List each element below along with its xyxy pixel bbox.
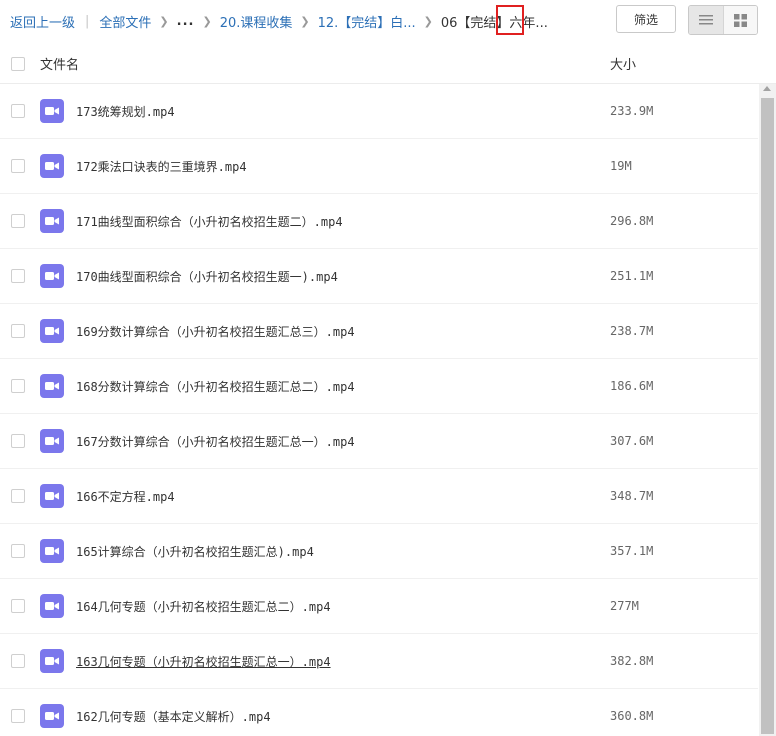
chevron-right-icon: ❯ bbox=[159, 14, 169, 28]
file-name-link[interactable]: 172乘法口诀表的三重境界.mp4 bbox=[76, 158, 247, 175]
table-row[interactable]: 170曲线型面积综合（小升初名校招生题一).mp4 251.1M bbox=[0, 249, 758, 304]
video-file-icon bbox=[40, 704, 64, 728]
file-size: 296.8M bbox=[610, 214, 654, 228]
file-size: 360.8M bbox=[610, 709, 654, 723]
file-size: 382.8M bbox=[610, 654, 654, 668]
file-size: 348.7M bbox=[610, 489, 654, 503]
file-name-link[interactable]: 166不定方程.mp4 bbox=[76, 488, 175, 505]
file-name-link[interactable]: 167分数计算综合（小升初名校招生题汇总一）.mp4 bbox=[76, 433, 355, 450]
file-size: 19M bbox=[610, 159, 632, 173]
file-browser: 返回上一级 | 全部文件 ❯ ... ❯ 20.课程收集 ❯ 12.【完结】白.… bbox=[0, 0, 776, 736]
chevron-right-icon: ❯ bbox=[423, 14, 433, 28]
grid-icon bbox=[733, 13, 747, 27]
file-list: 173统筹规划.mp4 233.9M 172乘法口诀表的三重境界.mp4 19M 171… bbox=[0, 84, 758, 736]
file-name-link[interactable]: 164几何专题（小升初名校招生题汇总二）.mp4 bbox=[76, 598, 331, 615]
filter-button[interactable]: 筛选 bbox=[616, 5, 676, 33]
back-link[interactable]: 返回上一级 bbox=[10, 12, 75, 31]
column-header-name[interactable]: 文件名 bbox=[40, 54, 79, 73]
row-checkbox[interactable] bbox=[11, 599, 25, 613]
video-file-icon bbox=[40, 264, 64, 288]
video-file-icon bbox=[40, 374, 64, 398]
video-file-icon bbox=[40, 484, 64, 508]
file-size: 238.7M bbox=[610, 324, 654, 338]
scroll-up-arrow-icon[interactable] bbox=[763, 86, 771, 91]
row-checkbox[interactable] bbox=[11, 104, 25, 118]
view-toggle bbox=[688, 5, 758, 35]
table-row[interactable]: 167分数计算综合（小升初名校招生题汇总一）.mp4 307.6M bbox=[0, 414, 758, 469]
table-row[interactable]: 163几何专题（小升初名校招生题汇总一）.mp4 382.8M bbox=[0, 634, 758, 689]
file-name-link[interactable]: 169分数计算综合（小升初名校招生题汇总三）.mp4 bbox=[76, 323, 355, 340]
file-name-link[interactable]: 171曲线型面积综合（小升初名校招生题二）.mp4 bbox=[76, 213, 343, 230]
scrollbar-thumb[interactable] bbox=[761, 98, 774, 734]
row-checkbox[interactable] bbox=[11, 159, 25, 173]
table-row[interactable]: 162几何专题（基本定义解析）.mp4 360.8M bbox=[0, 689, 758, 736]
column-header-size[interactable]: 大小 bbox=[610, 54, 636, 73]
top-bar: 返回上一级 | 全部文件 ❯ ... ❯ 20.课程收集 ❯ 12.【完结】白.… bbox=[0, 0, 776, 42]
table-row[interactable]: 169分数计算综合（小升初名校招生题汇总三）.mp4 238.7M bbox=[0, 304, 758, 359]
row-checkbox[interactable] bbox=[11, 544, 25, 558]
file-size: 251.1M bbox=[610, 269, 654, 283]
file-name-link[interactable]: 162几何专题（基本定义解析）.mp4 bbox=[76, 708, 271, 725]
file-size: 357.1M bbox=[610, 544, 654, 558]
row-checkbox[interactable] bbox=[11, 434, 25, 448]
select-all-checkbox[interactable] bbox=[11, 57, 25, 71]
all-files-link[interactable]: 全部文件 bbox=[99, 12, 151, 31]
row-checkbox[interactable] bbox=[11, 214, 25, 228]
breadcrumb: 返回上一级 | 全部文件 ❯ ... ❯ 20.课程收集 ❯ 12.【完结】白.… bbox=[10, 0, 548, 42]
file-size: 307.6M bbox=[610, 434, 654, 448]
grid-view-button[interactable] bbox=[722, 6, 757, 34]
video-file-icon bbox=[40, 649, 64, 673]
file-name-link[interactable]: 173统筹规划.mp4 bbox=[76, 103, 175, 120]
video-file-icon bbox=[40, 594, 64, 618]
table-row[interactable]: 168分数计算综合（小升初名校招生题汇总二）.mp4 186.6M bbox=[0, 359, 758, 414]
file-name-link[interactable]: 165计算综合（小升初名校招生题汇总).mp4 bbox=[76, 543, 314, 560]
row-checkbox[interactable] bbox=[11, 654, 25, 668]
video-file-icon bbox=[40, 99, 64, 123]
file-size: 277M bbox=[610, 599, 639, 613]
breadcrumb-current: 06【完结】六年... bbox=[440, 15, 548, 31]
breadcrumb-item-folder-12[interactable]: 12.【完结】白... bbox=[318, 12, 416, 31]
list-view-button[interactable] bbox=[689, 6, 723, 34]
file-name-link[interactable]: 168分数计算综合（小升初名校招生题汇总二）.mp4 bbox=[76, 378, 355, 395]
table-row[interactable]: 173统筹规划.mp4 233.9M bbox=[0, 84, 758, 139]
file-name-link[interactable]: 170曲线型面积综合（小升初名校招生题一).mp4 bbox=[76, 268, 338, 285]
file-size: 233.9M bbox=[610, 104, 654, 118]
video-file-icon bbox=[40, 429, 64, 453]
breadcrumb-item-course-collection[interactable]: 20.课程收集 bbox=[220, 12, 293, 31]
file-name-link[interactable]: 163几何专题（小升初名校招生题汇总一）.mp4 bbox=[76, 653, 331, 670]
video-file-icon bbox=[40, 154, 64, 178]
row-checkbox[interactable] bbox=[11, 324, 25, 338]
breadcrumb-ellipsis[interactable]: ... bbox=[177, 14, 195, 29]
breadcrumb-separator: | bbox=[85, 13, 90, 29]
video-file-icon bbox=[40, 209, 64, 233]
table-header: 文件名 大小 bbox=[0, 42, 776, 84]
table-row[interactable]: 164几何专题（小升初名校招生题汇总二）.mp4 277M bbox=[0, 579, 758, 634]
row-checkbox[interactable] bbox=[11, 379, 25, 393]
row-checkbox[interactable] bbox=[11, 269, 25, 283]
chevron-right-icon: ❯ bbox=[202, 14, 212, 28]
video-file-icon bbox=[40, 539, 64, 563]
list-icon bbox=[698, 15, 713, 25]
table-row[interactable]: 165计算综合（小升初名校招生题汇总).mp4 357.1M bbox=[0, 524, 758, 579]
video-file-icon bbox=[40, 319, 64, 343]
chevron-right-icon: ❯ bbox=[300, 14, 310, 28]
row-checkbox[interactable] bbox=[11, 709, 25, 723]
table-row[interactable]: 166不定方程.mp4 348.7M bbox=[0, 469, 758, 524]
table-row[interactable]: 171曲线型面积综合（小升初名校招生题二）.mp4 296.8M bbox=[0, 194, 758, 249]
table-row[interactable]: 172乘法口诀表的三重境界.mp4 19M bbox=[0, 139, 758, 194]
file-size: 186.6M bbox=[610, 379, 654, 393]
row-checkbox[interactable] bbox=[11, 489, 25, 503]
scrollbar[interactable] bbox=[759, 84, 776, 736]
